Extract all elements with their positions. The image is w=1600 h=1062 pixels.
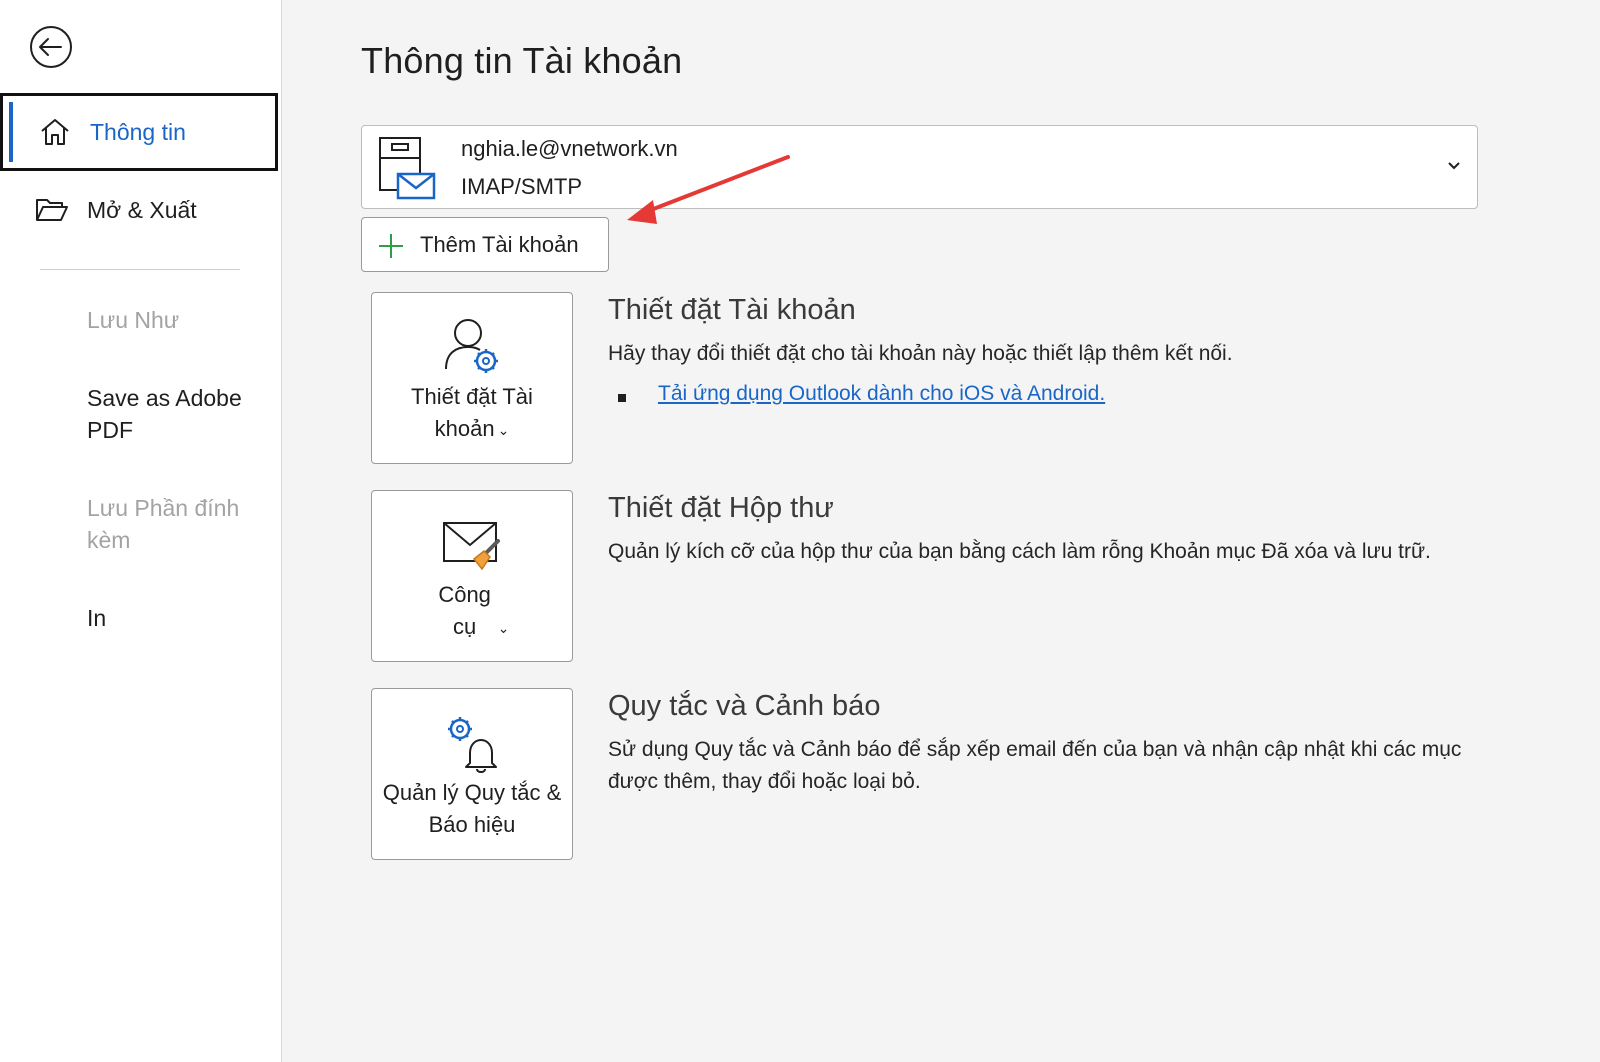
rules-alerts-icon [448, 717, 497, 773]
nav-item-print[interactable]: In [87, 602, 267, 634]
account-selector[interactable]: nghia.le@vnetwork.vn IMAP/SMTP [361, 125, 1478, 209]
mailbox-settings-title: Thiết đặt Hộp thư [608, 492, 834, 524]
account-settings-tile[interactable]: Thiết đặt Tài khoản ⌄ [371, 292, 573, 464]
folder-open-icon [36, 199, 68, 221]
backstage-sidebar: Thông tin Mở & Xuất Lưu Như Save as Adob… [0, 0, 282, 1062]
nav-item-save-attachments: Lưu Phần đính kèm [87, 495, 240, 553]
nav-item-save-as-pdf[interactable]: Save as Adobe PDF [87, 382, 267, 446]
account-settings-icon [445, 319, 498, 373]
annotation-arrow-icon [627, 155, 790, 224]
account-mailbox-icon [379, 137, 436, 200]
nav-item-info-label: Thông tin [90, 118, 186, 145]
chevron-down-icon: ⌄ [497, 422, 510, 439]
back-button[interactable] [28, 24, 74, 70]
mailbox-settings-description: Quản lý kích cỡ của hộp thư của bạn bằng… [608, 540, 1431, 563]
mailbox-cleanup-icon [443, 522, 500, 571]
rules-alerts-tile-label: Quản lý Quy tắc & Báo hiệu [382, 780, 562, 837]
nav-item-info[interactable]: Thông tin [0, 93, 278, 171]
tools-tile-label: Công cụ [438, 582, 491, 639]
nav-divider [40, 269, 240, 270]
account-settings-tile-label: Thiết đặt Tài khoản [411, 384, 533, 441]
chevron-down-icon [1448, 162, 1460, 170]
plus-icon [379, 234, 403, 258]
home-icon [41, 119, 69, 145]
account-settings-title: Thiết đặt Tài khoản [608, 294, 856, 326]
account-settings-description: Hãy thay đổi thiết đặt cho tài khoản này… [608, 342, 1233, 365]
outlook-mobile-link[interactable]: Tải ứng dụng Outlook dành cho iOS và And… [658, 382, 1105, 406]
account-info-pane: Thông tin Tài khoản nghia.le@vnetwork.vn… [283, 0, 1600, 1062]
add-account-button[interactable]: Thêm Tài khoản [361, 217, 609, 272]
add-account-label: Thêm Tài khoản [420, 232, 579, 257]
rules-alerts-title: Quy tắc và Cảnh báo [608, 690, 881, 722]
nav-item-save-as: Lưu Như [87, 307, 180, 333]
bullet-icon [618, 394, 626, 402]
chevron-down-icon: ⌄ [497, 620, 510, 637]
nav-item-open-export[interactable]: Mở & Xuất [0, 180, 278, 240]
rules-alerts-tile[interactable]: Quản lý Quy tắc & Báo hiệu [371, 688, 573, 860]
page-title: Thông tin Tài khoản [361, 40, 683, 81]
account-type: IMAP/SMTP [461, 174, 583, 199]
back-arrow-icon [30, 26, 72, 68]
nav-item-open-export-label: Mở & Xuất [87, 196, 197, 223]
rules-alerts-description: Sử dụng Quy tắc và Cảnh báo để sắp xếp e… [608, 738, 1462, 793]
tools-tile[interactable]: Công cụ ⌄ [371, 490, 573, 662]
